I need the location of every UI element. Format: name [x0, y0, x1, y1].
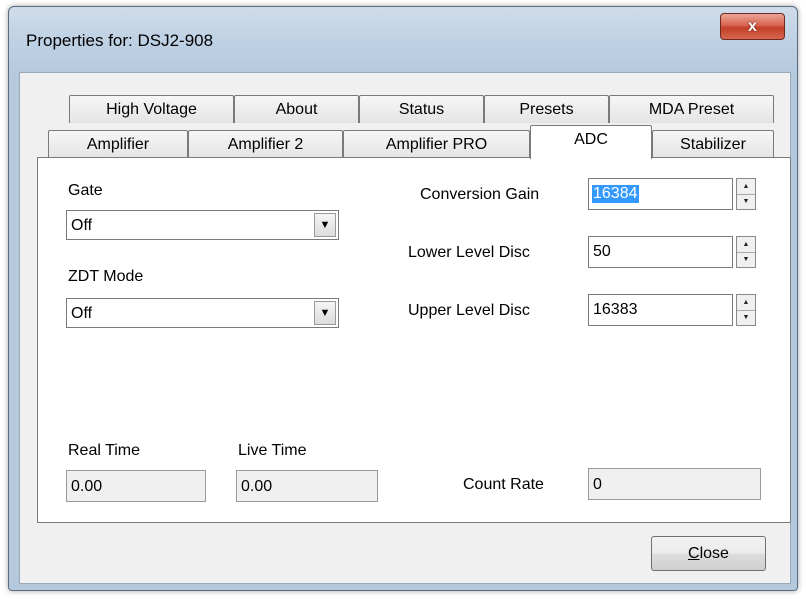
spin-up-icon[interactable]: ▲ [737, 179, 755, 195]
lower-level-disc-label: Lower Level Disc [408, 244, 530, 261]
conversion-gain-spinner[interactable]: ▲ ▼ [736, 178, 756, 210]
tab-stabilizer[interactable]: Stabilizer [652, 130, 774, 158]
tab-label: Amplifier 2 [227, 135, 304, 153]
tab-label: Amplifier PRO [385, 135, 488, 153]
tab-amplifier[interactable]: Amplifier [48, 130, 188, 158]
close-button-mnemonic: C [688, 544, 700, 562]
spin-down-icon[interactable]: ▼ [737, 310, 755, 325]
upper-level-disc-value: 16383 [593, 301, 638, 318]
gate-dropdown[interactable]: Off ▼ [66, 210, 339, 240]
lower-level-disc-field[interactable]: 50 [588, 236, 733, 268]
count-rate-label: Count Rate [463, 476, 544, 493]
upper-level-disc-field[interactable]: 16383 [588, 294, 733, 326]
real-time-field: 0.00 [66, 470, 206, 502]
tab-label: MDA Preset [648, 100, 735, 118]
close-button[interactable]: Close [651, 536, 766, 571]
zdt-mode-label: ZDT Mode [68, 268, 144, 285]
window-title: Properties for: DSJ2-908 [26, 31, 214, 50]
live-time-field: 0.00 [236, 470, 378, 502]
spin-up-icon[interactable]: ▲ [737, 295, 755, 311]
close-button-label-rest: lose [699, 544, 729, 562]
tab-about[interactable]: About [234, 95, 359, 123]
chevron-down-icon[interactable]: ▼ [314, 213, 336, 237]
upper-level-disc-spinner[interactable]: ▲ ▼ [736, 294, 756, 326]
live-time-label: Live Time [238, 442, 307, 459]
count-rate-value: 0 [593, 476, 602, 493]
lower-level-disc-spinner[interactable]: ▲ ▼ [736, 236, 756, 268]
gate-value: Off [71, 217, 93, 234]
tab-label: Amplifier [86, 135, 150, 153]
tab-label: Stabilizer [680, 135, 746, 153]
tab-mda-preset[interactable]: MDA Preset [609, 95, 774, 123]
dialog-window: Properties for: DSJ2-908 x High Voltage … [8, 6, 798, 591]
close-icon: x [748, 17, 757, 35]
tab-label: High Voltage [106, 100, 197, 118]
real-time-label: Real Time [68, 442, 141, 459]
tab-label: Presets [519, 100, 574, 118]
tab-status[interactable]: Status [359, 95, 484, 123]
tab-label: ADC [574, 131, 608, 148]
tab-high-voltage[interactable]: High Voltage [69, 95, 234, 123]
gate-label: Gate [68, 182, 103, 199]
real-time-value: 0.00 [71, 478, 103, 495]
tab-label: Status [398, 100, 445, 118]
chevron-down-icon[interactable]: ▼ [314, 301, 336, 325]
conversion-gain-label: Conversion Gain [420, 186, 540, 203]
spin-down-icon[interactable]: ▼ [737, 194, 755, 209]
tab-amplifier-2[interactable]: Amplifier 2 [188, 130, 343, 158]
adc-tab-panel: Gate Off ▼ ZDT Mode Off ▼ Conversion Gai… [37, 157, 791, 523]
close-window-button[interactable]: x [720, 13, 785, 40]
live-time-value: 0.00 [241, 478, 273, 495]
lower-level-disc-value: 50 [593, 243, 611, 260]
count-rate-field: 0 [588, 468, 761, 500]
spin-up-icon[interactable]: ▲ [737, 237, 755, 253]
tab-label: About [275, 100, 318, 118]
zdt-mode-value: Off [71, 305, 93, 322]
conversion-gain-field[interactable]: 16384 [588, 178, 733, 210]
tab-presets[interactable]: Presets [484, 95, 609, 123]
conversion-gain-value: 16384 [592, 185, 639, 203]
tab-amplifier-pro[interactable]: Amplifier PRO [343, 130, 530, 158]
upper-level-disc-label: Upper Level Disc [408, 302, 530, 319]
tab-adc[interactable]: ADC [530, 125, 652, 159]
close-button-label: Close [688, 545, 729, 563]
spin-down-icon[interactable]: ▼ [737, 252, 755, 267]
zdt-mode-dropdown[interactable]: Off ▼ [66, 298, 339, 328]
